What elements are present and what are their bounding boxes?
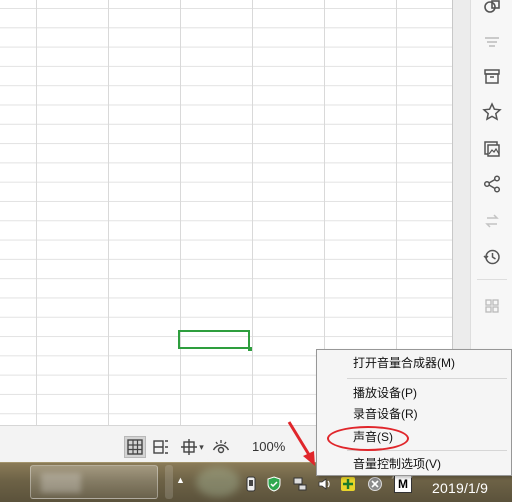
shield-icon[interactable] bbox=[265, 475, 283, 493]
zoom-level[interactable]: 100% bbox=[252, 439, 285, 454]
share-icon[interactable] bbox=[471, 172, 512, 196]
shapes-icon[interactable] bbox=[471, 0, 512, 20]
archive-icon[interactable] bbox=[471, 64, 512, 88]
clock-date[interactable]: 2019/1/9 bbox=[432, 480, 488, 496]
side-panel-divider bbox=[477, 279, 507, 280]
star-icon[interactable] bbox=[471, 100, 512, 124]
taskbar-app-button[interactable] bbox=[30, 465, 158, 499]
page-break-icon bbox=[181, 439, 198, 455]
volume-context-menu: 打开音量合成器(M) 播放设备(P) 录音设备(R) 声音(S) 音量控制选项(… bbox=[316, 349, 512, 476]
menu-item-volume-mixer[interactable]: 打开音量合成器(M) bbox=[317, 353, 511, 374]
normal-view-button[interactable] bbox=[124, 436, 146, 458]
network-icon[interactable] bbox=[291, 475, 309, 493]
close-icon[interactable] bbox=[366, 475, 384, 493]
speaker-icon[interactable] bbox=[316, 475, 334, 493]
page-layout-icon bbox=[153, 440, 168, 454]
chevron-down-icon: ▾ bbox=[199, 441, 204, 452]
filter-icon[interactable] bbox=[471, 30, 512, 54]
history-icon[interactable] bbox=[471, 245, 512, 269]
sync-icon[interactable] bbox=[471, 209, 512, 233]
grid-icon bbox=[127, 439, 143, 455]
menu-separator bbox=[347, 378, 507, 379]
annotation-arrow-icon bbox=[287, 421, 315, 466]
page-layout-button[interactable] bbox=[150, 436, 172, 458]
selected-cell[interactable] bbox=[178, 330, 252, 351]
annotation-highlight-ellipse bbox=[327, 426, 409, 451]
menu-item-volume-control-options[interactable]: 音量控制选项(V) bbox=[317, 454, 511, 475]
menu-item-recording-devices[interactable]: 录音设备(R) bbox=[317, 404, 511, 425]
blurred-tray-icon bbox=[196, 467, 240, 497]
menu-item-playback-devices[interactable]: 播放设备(P) bbox=[317, 383, 511, 404]
reading-mode-button[interactable] bbox=[210, 436, 232, 458]
apps-icon[interactable] bbox=[471, 294, 512, 318]
picture-icon[interactable] bbox=[471, 137, 512, 161]
taskbar-separator bbox=[165, 465, 173, 499]
tray-expand-icon[interactable]: ▲ bbox=[176, 475, 185, 485]
plus-icon[interactable] bbox=[339, 475, 357, 493]
eye-icon bbox=[212, 440, 230, 454]
pen-icon[interactable] bbox=[242, 475, 260, 493]
page-break-button[interactable]: ▾ bbox=[178, 436, 206, 458]
